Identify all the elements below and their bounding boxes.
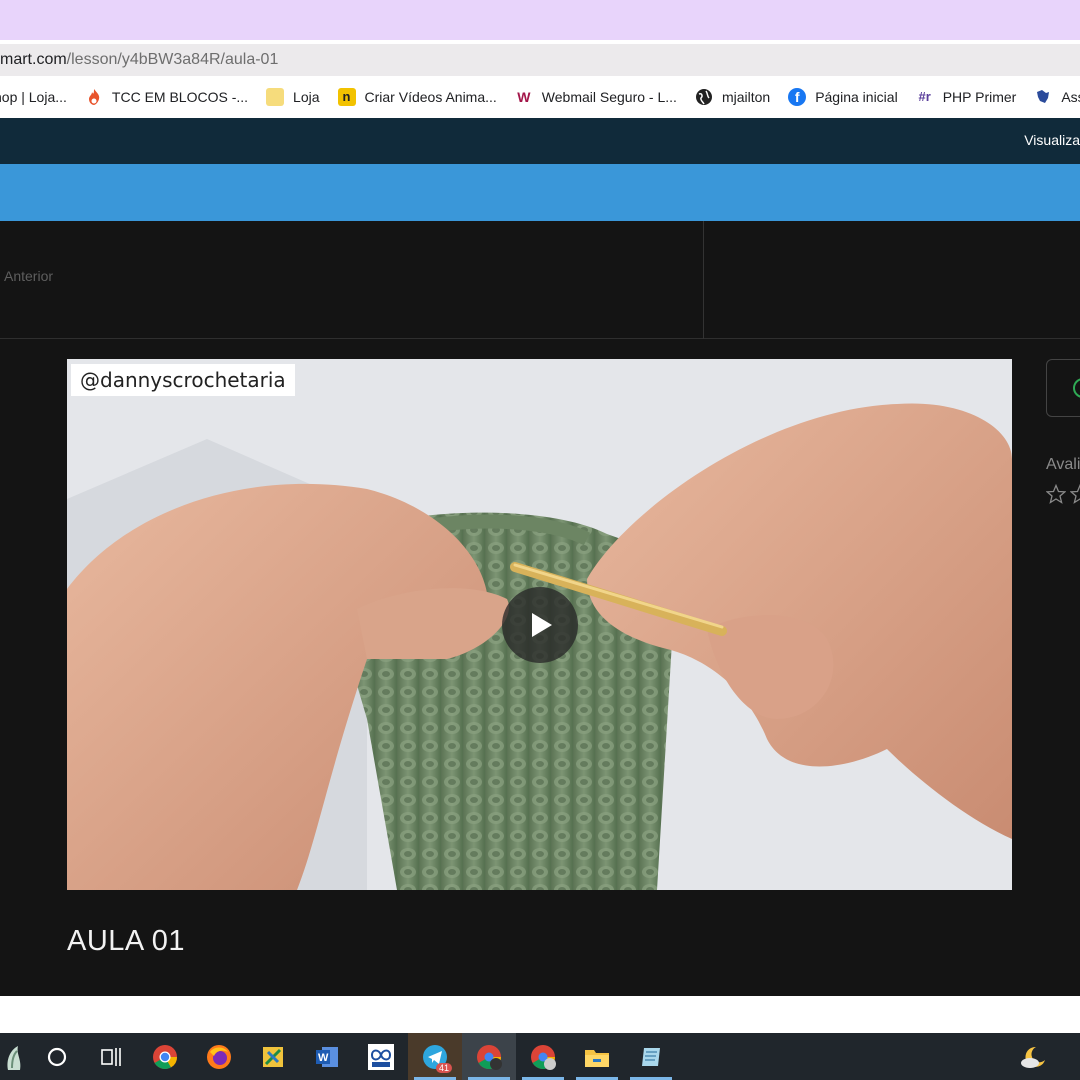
folder-icon (266, 88, 285, 106)
video-watermark: @dannyscrochetaria (71, 364, 295, 396)
browser-tab-strip (0, 0, 1080, 40)
task-view-button[interactable] (84, 1033, 138, 1080)
star-icon[interactable] (1046, 484, 1066, 504)
word-icon: W (316, 1046, 338, 1067)
telegram-badge: 41 (435, 1063, 452, 1073)
taskbar-sheets[interactable] (246, 1033, 300, 1080)
bookmark-label: Criar Vídeos Anima... (364, 89, 497, 105)
bookmark-label: Página inicial (815, 89, 898, 105)
bookmark-mjailton[interactable]: mjailton (695, 88, 770, 106)
play-button[interactable] (502, 587, 578, 663)
previous-lesson-link[interactable]: Anterior (4, 268, 53, 284)
globe-icon (695, 89, 712, 105)
firefox-icon (207, 1044, 231, 1069)
lesson-title: AULA 01 (67, 925, 185, 957)
bookmark-label: Loja (293, 89, 320, 105)
task-view-icon (101, 1047, 121, 1066)
bookmark-label: hop | Loja... (0, 89, 67, 105)
bookmark-assess[interactable]: Assess (1034, 88, 1080, 106)
chrome-icon (153, 1044, 177, 1069)
page-footer-gap (0, 996, 1080, 1033)
svg-text:W: W (318, 1052, 329, 1064)
rating-stars (1046, 484, 1080, 504)
bookmark-php-primer[interactable]: #r PHP Primer (916, 88, 1017, 106)
php-icon: #r (918, 89, 931, 104)
bookmark-label: TCC EM BLOCOS -... (111, 89, 249, 105)
start-icon (7, 1045, 21, 1070)
notepad-icon (642, 1047, 660, 1066)
url-path: /lesson/y4bBW3a84R/aula-01 (66, 51, 279, 68)
chrome-profile-icon (477, 1044, 502, 1070)
bookmark-loja[interactable]: Loja (266, 88, 320, 106)
url-host: mart.com (0, 51, 67, 68)
bookmark-label: Assess (1061, 89, 1080, 105)
course-banner (0, 164, 1080, 221)
complete-lesson-card[interactable] (1046, 359, 1080, 417)
taskbar-notepad[interactable] (624, 1033, 678, 1080)
address-bar[interactable]: mart.com/lesson/y4bBW3a84R/aula-01 (0, 44, 1080, 76)
bookmark-webmail[interactable]: W Webmail Seguro - L... (514, 88, 677, 106)
taskbar-telegram[interactable]: 41 (408, 1033, 462, 1080)
map-icon (1037, 90, 1050, 103)
bookmark-shop[interactable]: hop | Loja... (0, 89, 67, 105)
tray-weather[interactable] (1020, 1033, 1080, 1080)
n-logo-icon: n (337, 88, 356, 106)
chrome-profile2-icon (531, 1044, 556, 1070)
star-icon[interactable] (1070, 484, 1080, 504)
maker-icon (368, 1043, 394, 1070)
w-logo-icon: W (514, 88, 533, 106)
visualize-link[interactable]: Visualiza (1024, 132, 1080, 148)
sheets-icon (263, 1046, 283, 1067)
bookmark-label: PHP Primer (942, 89, 1017, 105)
rating-label: Avali (1046, 456, 1080, 473)
taskbar-maker[interactable] (354, 1033, 408, 1080)
taskbar-word[interactable]: W (300, 1033, 354, 1080)
search-circle-icon (47, 1047, 67, 1066)
search-button[interactable] (30, 1033, 84, 1080)
bookmark-tcc[interactable]: TCC EM BLOCOS -... (85, 88, 248, 106)
facebook-icon: f (788, 88, 807, 106)
taskbar-chrome-profile[interactable] (462, 1033, 516, 1080)
taskbar-file-explorer[interactable] (570, 1033, 624, 1080)
lesson-navigation: Anterior (0, 221, 1080, 339)
bookmark-criar-videos[interactable]: n Criar Vídeos Anima... (337, 88, 497, 106)
bookmarks-bar: hop | Loja... TCC EM BLOCOS -... Loja n … (0, 77, 1080, 117)
site-header: Visualiza (0, 118, 1080, 164)
moon-icon (1021, 1046, 1045, 1068)
play-icon (532, 613, 552, 637)
taskbar-chrome[interactable] (138, 1033, 192, 1080)
bookmark-label: mjailton (721, 89, 771, 105)
flame-icon (88, 89, 100, 105)
bookmark-label: Webmail Seguro - L... (541, 89, 677, 105)
video-player[interactable]: @dannyscrochetaria (67, 359, 1012, 890)
taskbar-chrome-profile2[interactable] (516, 1033, 570, 1080)
check-circle-icon (1073, 378, 1080, 398)
taskbar: W 41 (0, 1033, 1080, 1080)
file-explorer-icon (585, 1049, 609, 1067)
nav-divider (703, 221, 704, 339)
start-button[interactable] (0, 1033, 30, 1080)
taskbar-firefox[interactable] (192, 1033, 246, 1080)
bookmark-pagina-inicial[interactable]: f Página inicial (788, 88, 898, 106)
